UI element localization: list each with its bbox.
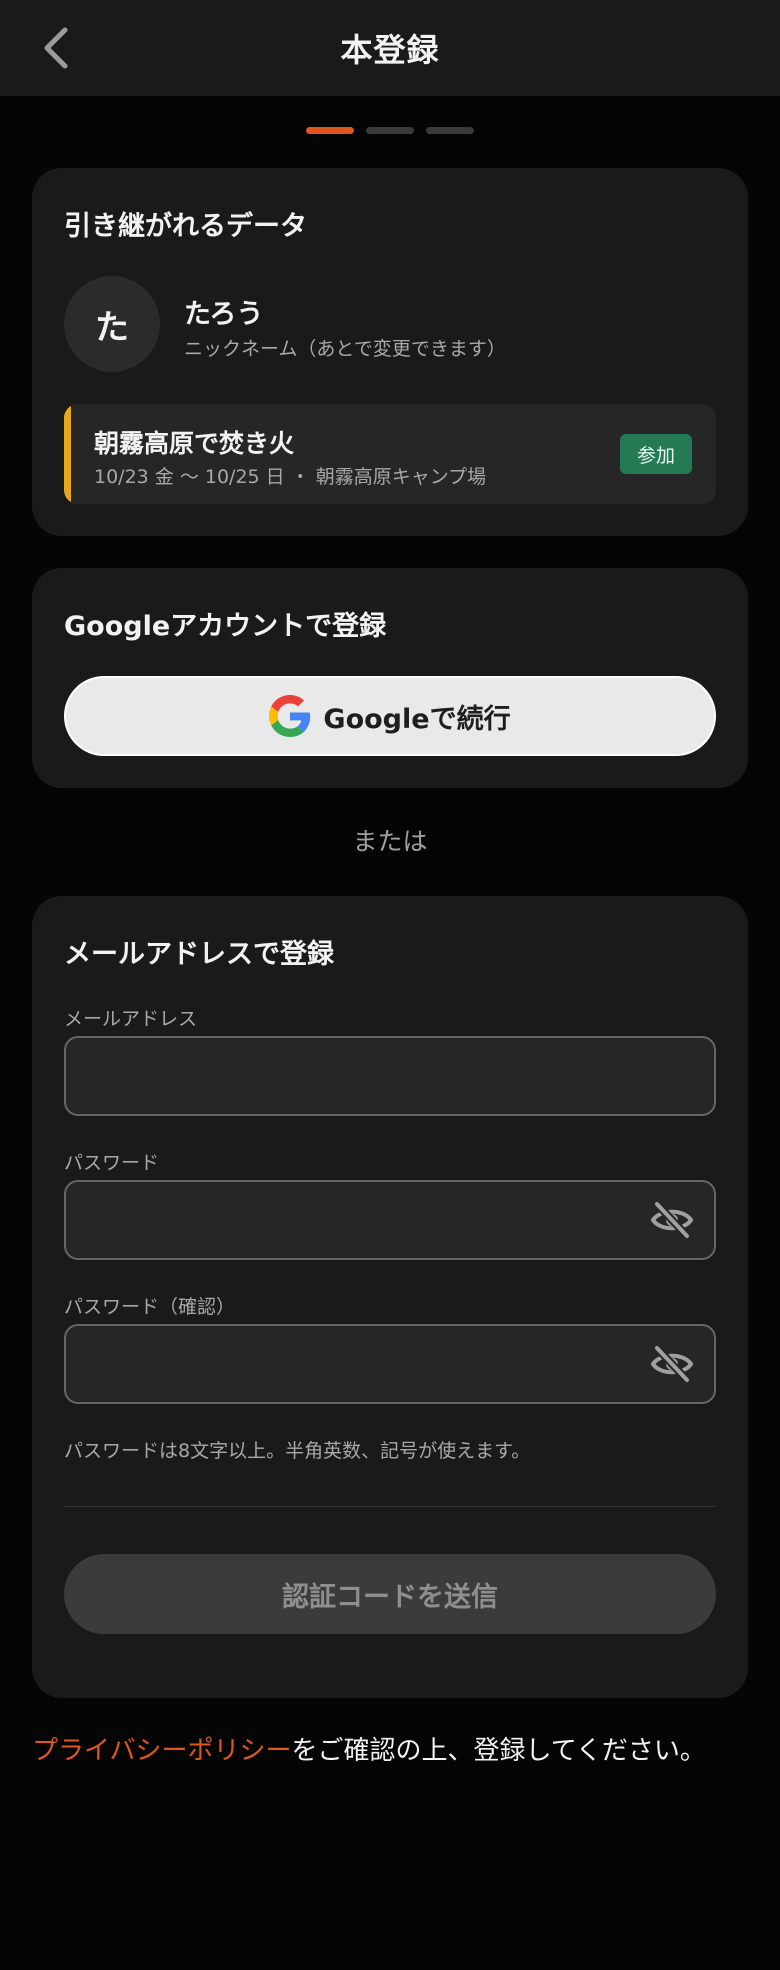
password-hint: パスワードは8文字以上。半角英数、記号が使えます。 [64, 1440, 531, 1462]
password-confirm-field-wrapper [64, 1324, 716, 1404]
email-label: メールアドレス [64, 1008, 198, 1030]
nickname-note: ニックネーム（あとで変更できます） [184, 338, 506, 360]
page-title: 本登録 [340, 31, 440, 69]
avatar: た [64, 276, 160, 372]
step-1 [306, 127, 354, 134]
google-continue-button[interactable]: Googleで続行 [64, 676, 716, 756]
password-field-wrapper [64, 1180, 716, 1260]
inherited-data-title: 引き継がれるデータ [64, 211, 307, 242]
event-title: 朝霧高原で焚き火 [94, 429, 295, 458]
inherited-data-card: 引き継がれるデータ た たろう ニックネーム（あとで変更できます） 朝霧高原で焚… [32, 168, 748, 536]
or-separator: または [352, 827, 428, 856]
eye-off-icon[interactable] [650, 1200, 694, 1240]
divider [64, 1506, 716, 1507]
password-label: パスワード [64, 1152, 160, 1174]
privacy-notice: プライバシーポリシーをご確認の上、登録してください。 [32, 1728, 748, 1774]
google-logo-icon [269, 695, 311, 737]
email-signup-title: メールアドレスで登録 [64, 939, 334, 970]
privacy-notice-text: をご確認の上、登録してください。 [291, 1736, 706, 1766]
password-confirm-field[interactable] [66, 1326, 714, 1402]
step-indicator [0, 127, 780, 134]
google-signup-card: Googleアカウントで登録 Googleで続行 [32, 568, 748, 788]
nickname: たろう [184, 299, 264, 330]
email-field-wrapper [64, 1036, 716, 1116]
step-3 [426, 127, 474, 134]
email-field[interactable] [66, 1038, 714, 1114]
email-signup-card: メールアドレスで登録 メールアドレス パスワード パスワード（確認） パスワード… [32, 896, 748, 1698]
back-button[interactable] [28, 20, 84, 76]
event-item: 朝霧高原で焚き火 10/23 金 〜 10/25 日 ・ 朝霧高原キャンプ場 参… [64, 404, 716, 504]
event-accent-bar [64, 404, 71, 504]
eye-off-icon[interactable] [650, 1344, 694, 1384]
privacy-policy-link[interactable]: プライバシーポリシー [32, 1736, 291, 1766]
event-meta: 10/23 金 〜 10/25 日 ・ 朝霧高原キャンプ場 [94, 466, 487, 488]
google-continue-label: Googleで続行 [323, 703, 511, 735]
send-code-button[interactable]: 認証コードを送信 [64, 1554, 716, 1634]
password-confirm-label: パスワード（確認） [64, 1296, 236, 1318]
app-header: 本登録 [0, 0, 780, 96]
chevron-left-icon [44, 27, 68, 69]
password-field[interactable] [66, 1182, 714, 1258]
status-badge: 参加 [620, 434, 692, 474]
step-2 [366, 127, 414, 134]
google-signup-title: Googleアカウントで登録 [64, 611, 387, 642]
